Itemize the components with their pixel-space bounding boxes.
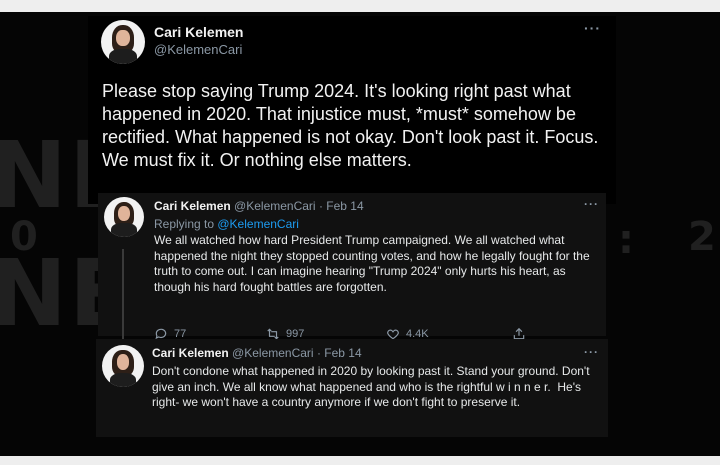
author-handle[interactable]: @KelemenCari <box>232 346 314 360</box>
thread-connector <box>122 249 124 349</box>
reply-tweet-2[interactable]: Cari Kelemen @KelemenCari · Feb 14 ··· D… <box>96 339 608 437</box>
tweet-date[interactable]: · Feb 14 <box>319 199 364 213</box>
background-colon: : <box>618 217 636 263</box>
tweet-date[interactable]: · Feb 14 <box>317 346 362 360</box>
author-handle[interactable]: @KelemenCari <box>154 42 242 57</box>
avatar[interactable] <box>102 345 144 387</box>
author-name[interactable]: Cari Kelemen <box>154 24 243 40</box>
reply-header: Cari Kelemen @KelemenCari · Feb 14 <box>152 346 362 360</box>
tweet-text: Don't condone what happened in 2020 by l… <box>152 364 593 409</box>
more-horizontal-icon[interactable]: ··· <box>584 20 601 36</box>
tweet-text: We all watched how hard President Trump … <box>154 233 590 294</box>
replying-to: Replying to @KelemenCari <box>154 217 299 231</box>
tweet-screen: NEW YORK NEW YORK 0 : 2 Cari Kelemen @Ke… <box>0 12 720 456</box>
tweet-text: Please stop saying Trump 2024. It's look… <box>102 81 599 170</box>
avatar[interactable] <box>101 20 145 64</box>
more-horizontal-icon[interactable]: ··· <box>584 197 599 211</box>
author-name[interactable]: Cari Kelemen <box>154 199 231 213</box>
replying-prefix: Replying to <box>154 217 218 231</box>
author-handle[interactable]: @KelemenCari <box>234 199 316 213</box>
reply-tweet-1[interactable]: Cari Kelemen @KelemenCari · Feb 14 ··· R… <box>98 193 606 340</box>
avatar[interactable] <box>104 197 144 237</box>
more-horizontal-icon[interactable]: ··· <box>584 345 599 359</box>
main-tweet[interactable]: Cari Kelemen @KelemenCari ··· Please sto… <box>88 16 616 204</box>
reply-header: Cari Kelemen @KelemenCari · Feb 14 <box>154 199 364 213</box>
photo-frame: NEW YORK NEW YORK 0 : 2 Cari Kelemen @Ke… <box>0 0 720 465</box>
replying-handle-link[interactable]: @KelemenCari <box>217 217 299 231</box>
background-letter-two: 2 <box>688 214 718 260</box>
background-letter-zero: 0 <box>10 214 40 260</box>
author-name[interactable]: Cari Kelemen <box>152 346 229 360</box>
